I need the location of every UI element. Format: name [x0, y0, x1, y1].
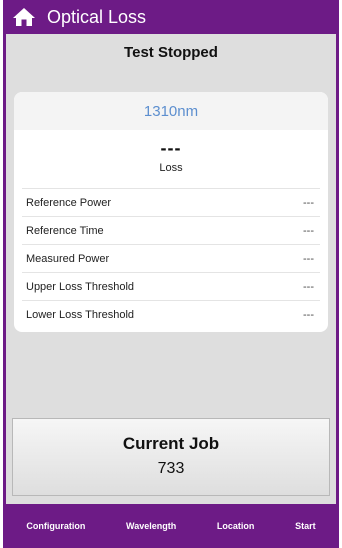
reference-time-row: Reference Time ---: [22, 216, 320, 244]
row-value: ---: [303, 224, 314, 237]
location-button[interactable]: Location: [215, 515, 257, 537]
current-job-title: Current Job: [122, 434, 220, 453]
measured-power-row: Measured Power ---: [22, 244, 320, 272]
home-icon[interactable]: [11, 6, 37, 28]
current-job-number: 733: [157, 460, 185, 477]
app-frame: Optical Loss Test Stopped 1310nm --- Los…: [3, 0, 339, 548]
loss-value: ---: [160, 138, 182, 158]
upper-loss-threshold-row: Upper Loss Threshold ---: [22, 272, 320, 300]
row-label: Lower Loss Threshold: [26, 308, 135, 321]
row-value: ---: [303, 280, 314, 293]
row-label: Upper Loss Threshold: [26, 280, 135, 293]
configuration-button[interactable]: Configuration: [24, 515, 87, 537]
wavelength-header: 1310nm: [14, 92, 328, 130]
page-title: Optical Loss: [47, 6, 147, 27]
current-job-panel[interactable]: Current Job 733: [12, 418, 330, 496]
loss-label: Loss: [159, 162, 183, 174]
row-value: ---: [303, 196, 314, 209]
row-value: ---: [303, 308, 314, 321]
result-card: 1310nm --- Loss Reference Power --- Refe…: [14, 92, 328, 332]
row-label: Measured Power: [26, 252, 110, 265]
lower-loss-threshold-row: Lower Loss Threshold ---: [22, 300, 320, 328]
start-button[interactable]: Start: [293, 515, 318, 537]
row-label: Reference Power: [26, 196, 111, 209]
bottom-nav: Configuration Wavelength Location Start: [6, 504, 336, 548]
app-screen: Optical Loss Test Stopped 1310nm --- Los…: [0, 0, 342, 548]
wavelength-button[interactable]: Wavelength: [124, 515, 178, 537]
reference-power-row: Reference Power ---: [22, 188, 320, 216]
row-value: ---: [303, 252, 314, 265]
measurement-list: Reference Power --- Reference Time --- M…: [22, 188, 320, 328]
test-status: Test Stopped: [124, 44, 218, 61]
title-bar: Optical Loss: [6, 0, 336, 34]
row-label: Reference Time: [26, 224, 104, 237]
